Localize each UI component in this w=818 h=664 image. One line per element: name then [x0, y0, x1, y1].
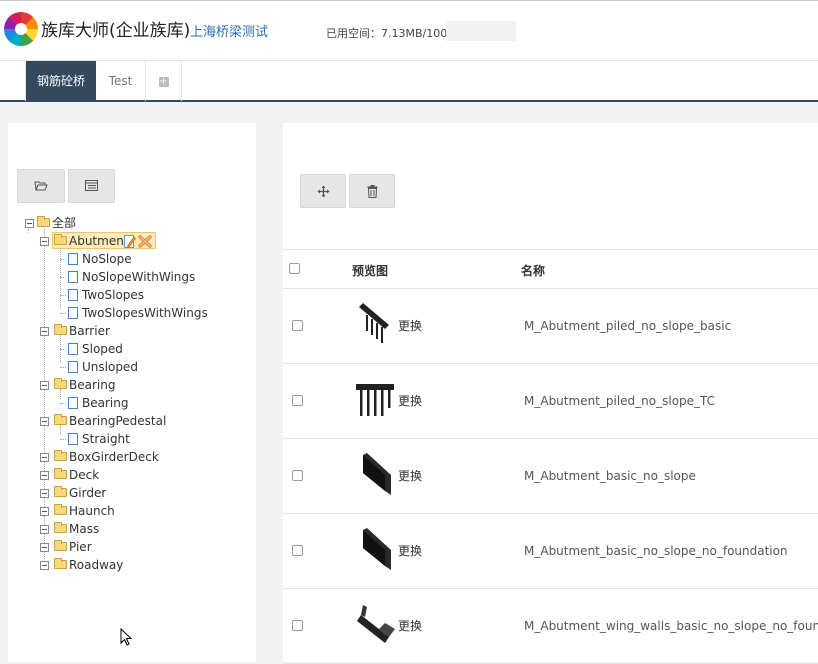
tree-label: Straight [82, 432, 130, 446]
folder-icon [54, 486, 67, 497]
table-row[interactable]: 更换 M_Abutment_basic_no_slope [283, 439, 818, 514]
row-checkbox[interactable] [292, 620, 303, 631]
column-header-name: 名称 [521, 264, 546, 278]
file-icon [68, 253, 78, 265]
change-link[interactable]: 更换 [398, 317, 422, 334]
tree-label: Deck [69, 468, 100, 482]
row-checkbox[interactable] [292, 545, 303, 556]
tree-label: BoxGirderDeck [69, 450, 159, 464]
file-icon [68, 397, 78, 409]
tree-label: Abutment [69, 234, 129, 248]
file-icon [68, 433, 78, 445]
folder-icon [54, 414, 67, 425]
select-all-checkbox[interactable] [289, 263, 300, 274]
app-logo [4, 12, 38, 46]
storage-usage: 已用空间：7.13MB/100G [326, 27, 456, 40]
family-name[interactable]: M_Abutment_basic_no_slope_no_foundation [524, 544, 788, 558]
app-header: 族库大师(企业族库) 上海桥梁测试 已用空间：7.13MB/100G [0, 0, 818, 60]
list-view-button[interactable] [68, 169, 115, 203]
list-icon [85, 180, 98, 191]
project-link[interactable]: 上海桥梁测试 [190, 21, 268, 40]
table-row[interactable]: 更换 M_Abutment_piled_no_slope_TC [283, 364, 818, 439]
family-preview-image [363, 528, 391, 570]
category-panel: 全部 Abutment NoSlope NoSlopeWithWings Two… [8, 123, 256, 662]
tab-rc-bridge[interactable]: 钢筋砼桥 [26, 61, 96, 101]
change-link[interactable]: 更换 [398, 617, 422, 634]
folder-icon [54, 378, 67, 389]
storage-usage-bar [446, 21, 516, 41]
table-header: 预览图 名称 [283, 249, 818, 289]
add-tab-button[interactable]: + [146, 61, 182, 101]
tree-label: NoSlope [82, 252, 132, 266]
delete-button[interactable] [349, 174, 395, 208]
file-icon [68, 289, 78, 301]
tree-label: TwoSlopes [82, 288, 145, 302]
tab-spacer [0, 61, 26, 101]
folder-icon [54, 558, 67, 569]
row-checkbox[interactable] [292, 395, 303, 406]
folder-icon [54, 540, 67, 551]
row-checkbox[interactable] [292, 470, 303, 481]
tree-label: Sloped [82, 342, 123, 356]
tree-label: Roadway [69, 558, 124, 572]
file-icon [68, 307, 78, 319]
trash-icon [367, 184, 377, 198]
family-preview-image [363, 453, 391, 495]
folder-icon [37, 216, 50, 227]
delete-node-icon[interactable] [138, 235, 152, 248]
family-preview-image [357, 605, 395, 643]
family-name[interactable]: M_Abutment_basic_no_slope [524, 469, 696, 483]
tab-test[interactable]: Test [96, 61, 146, 101]
tree-label: Girder [69, 486, 107, 500]
tree-label: Bearing [82, 396, 129, 410]
file-icon [68, 271, 78, 283]
table-row[interactable]: 更换 M_Abutment_basic_no_slope_no_foundati… [283, 514, 818, 589]
file-icon [68, 361, 78, 373]
tree-label: Unsloped [82, 360, 138, 374]
folder-icon [54, 522, 67, 533]
family-name[interactable]: M_Abutment_piled_no_slope_basic [524, 319, 731, 333]
change-link[interactable]: 更换 [398, 467, 422, 484]
tree-label: NoSlopeWithWings [82, 270, 196, 284]
change-link[interactable]: 更换 [398, 542, 422, 559]
tree-label: 全部 [52, 216, 77, 230]
move-icon [317, 185, 329, 197]
folder-icon [54, 234, 67, 245]
move-button[interactable] [300, 174, 346, 208]
tree-label: Haunch [69, 504, 115, 518]
family-list-panel: 预览图 名称 更换 M_Abutment_piled_no_slope_basi… [283, 123, 818, 664]
plus-icon: + [158, 75, 169, 87]
folder-icon [54, 324, 67, 335]
open-folder-button[interactable] [17, 169, 65, 203]
change-link[interactable]: 更换 [398, 392, 422, 409]
tree-label: TwoSlopesWithWings [82, 306, 208, 320]
table-row[interactable]: 更换 M_Abutment_piled_no_slope_basic [283, 289, 818, 364]
tree-label: Barrier [69, 324, 110, 338]
family-preview-image [356, 384, 394, 416]
folder-icon [54, 468, 67, 479]
library-tabs: 钢筋砼桥 Test + [0, 60, 818, 102]
tree-label: Bearing [69, 378, 116, 392]
file-icon [68, 343, 78, 355]
folder-icon [54, 504, 67, 515]
mouse-cursor-icon [120, 628, 132, 646]
edit-icon[interactable] [124, 235, 136, 248]
row-checkbox[interactable] [292, 320, 303, 331]
family-name[interactable]: M_Abutment_wing_walls_basic_no_slope_no_… [524, 619, 818, 633]
app-title: 族库大师(企业族库) [41, 21, 191, 41]
tree-label: BearingPedestal [69, 414, 167, 428]
tree-label: Pier [69, 540, 92, 554]
tree-label: Mass [69, 522, 100, 536]
table-row[interactable]: 更换 M_Abutment_wing_walls_basic_no_slope_… [283, 589, 818, 664]
column-header-preview: 预览图 [352, 264, 389, 278]
family-preview-image [359, 303, 389, 343]
family-name[interactable]: M_Abutment_piled_no_slope_TC [524, 394, 715, 408]
folder-open-icon [34, 181, 48, 190]
folder-icon [54, 450, 67, 461]
